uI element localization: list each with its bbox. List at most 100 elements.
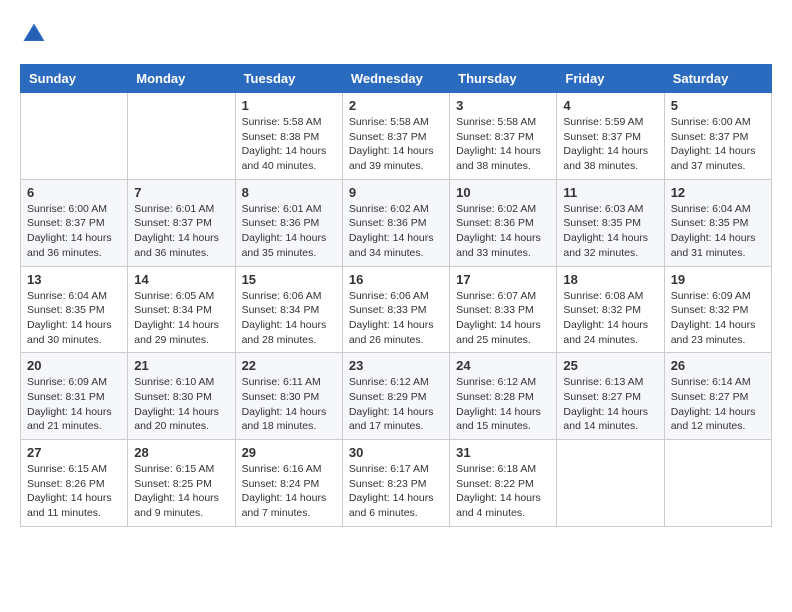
calendar-cell: 6 Sunrise: 6:00 AM Sunset: 8:37 PM Daylig…	[21, 179, 128, 266]
day-info: Sunrise: 6:03 AM Sunset: 8:35 PM Dayligh…	[563, 202, 657, 261]
day-number: 7	[134, 185, 228, 200]
calendar-cell: 26 Sunrise: 6:14 AM Sunset: 8:27 PM Dayli…	[664, 353, 771, 440]
day-number: 6	[27, 185, 121, 200]
day-number: 18	[563, 272, 657, 287]
day-info: Sunrise: 6:12 AM Sunset: 8:28 PM Dayligh…	[456, 375, 550, 434]
calendar-cell: 22 Sunrise: 6:11 AM Sunset: 8:30 PM Dayli…	[235, 353, 342, 440]
day-info: Sunrise: 6:11 AM Sunset: 8:30 PM Dayligh…	[242, 375, 336, 434]
weekday-header: Friday	[557, 65, 664, 93]
day-info: Sunrise: 6:06 AM Sunset: 8:33 PM Dayligh…	[349, 289, 443, 348]
day-info: Sunrise: 6:04 AM Sunset: 8:35 PM Dayligh…	[27, 289, 121, 348]
weekday-header: Saturday	[664, 65, 771, 93]
day-info: Sunrise: 5:59 AM Sunset: 8:37 PM Dayligh…	[563, 115, 657, 174]
calendar-cell: 27 Sunrise: 6:15 AM Sunset: 8:26 PM Dayli…	[21, 440, 128, 527]
calendar-cell: 12 Sunrise: 6:04 AM Sunset: 8:35 PM Dayli…	[664, 179, 771, 266]
day-number: 31	[456, 445, 550, 460]
calendar-cell: 29Sunrise: 6:16 AM Sunset: 8:24 PM Dayli…	[235, 440, 342, 527]
calendar-week-row: 27 Sunrise: 6:15 AM Sunset: 8:26 PM Dayli…	[21, 440, 772, 527]
calendar-cell: 14 Sunrise: 6:05 AM Sunset: 8:34 PM Dayli…	[128, 266, 235, 353]
day-number: 13	[27, 272, 121, 287]
day-number: 26	[671, 358, 765, 373]
day-info: Sunrise: 6:17 AM Sunset: 8:23 PM Dayligh…	[349, 462, 443, 521]
calendar-cell	[128, 93, 235, 180]
day-info: Sunrise: 6:13 AM Sunset: 8:27 PM Dayligh…	[563, 375, 657, 434]
logo-icon	[20, 20, 48, 48]
calendar-cell: 13 Sunrise: 6:04 AM Sunset: 8:35 PM Dayli…	[21, 266, 128, 353]
weekday-header: Sunday	[21, 65, 128, 93]
calendar-week-row: 6 Sunrise: 6:00 AM Sunset: 8:37 PM Daylig…	[21, 179, 772, 266]
day-info: Sunrise: 6:06 AM Sunset: 8:34 PM Dayligh…	[242, 289, 336, 348]
day-info: Sunrise: 6:02 AM Sunset: 8:36 PM Dayligh…	[349, 202, 443, 261]
day-number: 5	[671, 98, 765, 113]
calendar-cell: 19Sunrise: 6:09 AM Sunset: 8:32 PM Dayli…	[664, 266, 771, 353]
weekday-header: Monday	[128, 65, 235, 93]
calendar-cell: 16 Sunrise: 6:06 AM Sunset: 8:33 PM Dayli…	[342, 266, 449, 353]
day-number: 9	[349, 185, 443, 200]
day-number: 11	[563, 185, 657, 200]
calendar-header-row: SundayMondayTuesdayWednesdayThursdayFrid…	[21, 65, 772, 93]
day-number: 29	[242, 445, 336, 460]
day-info: Sunrise: 6:08 AM Sunset: 8:32 PM Dayligh…	[563, 289, 657, 348]
calendar-cell: 30 Sunrise: 6:17 AM Sunset: 8:23 PM Dayli…	[342, 440, 449, 527]
day-number: 14	[134, 272, 228, 287]
calendar-cell: 1Sunrise: 5:58 AM Sunset: 8:38 PM Daylig…	[235, 93, 342, 180]
day-info: Sunrise: 6:18 AM Sunset: 8:22 PM Dayligh…	[456, 462, 550, 521]
calendar-cell: 3Sunrise: 5:58 AM Sunset: 8:37 PM Daylig…	[450, 93, 557, 180]
calendar-cell: 10 Sunrise: 6:02 AM Sunset: 8:36 PM Dayli…	[450, 179, 557, 266]
day-number: 19	[671, 272, 765, 287]
day-number: 27	[27, 445, 121, 460]
day-info: Sunrise: 6:05 AM Sunset: 8:34 PM Dayligh…	[134, 289, 228, 348]
weekday-header: Thursday	[450, 65, 557, 93]
calendar-cell: 7 Sunrise: 6:01 AM Sunset: 8:37 PM Daylig…	[128, 179, 235, 266]
day-number: 12	[671, 185, 765, 200]
calendar-cell: 25 Sunrise: 6:13 AM Sunset: 8:27 PM Dayli…	[557, 353, 664, 440]
day-info: Sunrise: 5:58 AM Sunset: 8:37 PM Dayligh…	[349, 115, 443, 174]
calendar-cell: 8 Sunrise: 6:01 AM Sunset: 8:36 PM Daylig…	[235, 179, 342, 266]
calendar-cell: 18 Sunrise: 6:08 AM Sunset: 8:32 PM Dayli…	[557, 266, 664, 353]
calendar-cell: 31 Sunrise: 6:18 AM Sunset: 8:22 PM Dayli…	[450, 440, 557, 527]
day-number: 30	[349, 445, 443, 460]
calendar-week-row: 1Sunrise: 5:58 AM Sunset: 8:38 PM Daylig…	[21, 93, 772, 180]
calendar-cell	[664, 440, 771, 527]
calendar-cell: 11 Sunrise: 6:03 AM Sunset: 8:35 PM Dayli…	[557, 179, 664, 266]
day-info: Sunrise: 5:58 AM Sunset: 8:37 PM Dayligh…	[456, 115, 550, 174]
calendar-table: SundayMondayTuesdayWednesdayThursdayFrid…	[20, 64, 772, 527]
page-header	[20, 20, 772, 48]
day-info: Sunrise: 6:01 AM Sunset: 8:36 PM Dayligh…	[242, 202, 336, 261]
calendar-cell: 21Sunrise: 6:10 AM Sunset: 8:30 PM Dayli…	[128, 353, 235, 440]
day-number: 10	[456, 185, 550, 200]
calendar-cell: 24 Sunrise: 6:12 AM Sunset: 8:28 PM Dayli…	[450, 353, 557, 440]
day-info: Sunrise: 6:09 AM Sunset: 8:31 PM Dayligh…	[27, 375, 121, 434]
day-number: 15	[242, 272, 336, 287]
day-info: Sunrise: 6:00 AM Sunset: 8:37 PM Dayligh…	[27, 202, 121, 261]
day-number: 1	[242, 98, 336, 113]
calendar-cell: 2Sunrise: 5:58 AM Sunset: 8:37 PM Daylig…	[342, 93, 449, 180]
calendar-cell: 9 Sunrise: 6:02 AM Sunset: 8:36 PM Daylig…	[342, 179, 449, 266]
calendar-cell: 23Sunrise: 6:12 AM Sunset: 8:29 PM Dayli…	[342, 353, 449, 440]
calendar-cell: 28Sunrise: 6:15 AM Sunset: 8:25 PM Dayli…	[128, 440, 235, 527]
day-number: 20	[27, 358, 121, 373]
calendar-week-row: 13 Sunrise: 6:04 AM Sunset: 8:35 PM Dayli…	[21, 266, 772, 353]
day-info: Sunrise: 6:07 AM Sunset: 8:33 PM Dayligh…	[456, 289, 550, 348]
calendar-cell: 17Sunrise: 6:07 AM Sunset: 8:33 PM Dayli…	[450, 266, 557, 353]
day-number: 24	[456, 358, 550, 373]
day-number: 4	[563, 98, 657, 113]
weekday-header: Wednesday	[342, 65, 449, 93]
day-info: Sunrise: 6:01 AM Sunset: 8:37 PM Dayligh…	[134, 202, 228, 261]
day-info: Sunrise: 6:15 AM Sunset: 8:25 PM Dayligh…	[134, 462, 228, 521]
day-number: 22	[242, 358, 336, 373]
day-number: 25	[563, 358, 657, 373]
day-info: Sunrise: 6:04 AM Sunset: 8:35 PM Dayligh…	[671, 202, 765, 261]
day-info: Sunrise: 6:00 AM Sunset: 8:37 PM Dayligh…	[671, 115, 765, 174]
day-number: 16	[349, 272, 443, 287]
day-info: Sunrise: 6:15 AM Sunset: 8:26 PM Dayligh…	[27, 462, 121, 521]
calendar-cell	[557, 440, 664, 527]
logo	[20, 20, 52, 48]
day-number: 8	[242, 185, 336, 200]
calendar-cell: 4 Sunrise: 5:59 AM Sunset: 8:37 PM Daylig…	[557, 93, 664, 180]
day-info: Sunrise: 6:02 AM Sunset: 8:36 PM Dayligh…	[456, 202, 550, 261]
calendar-cell	[21, 93, 128, 180]
day-info: Sunrise: 6:10 AM Sunset: 8:30 PM Dayligh…	[134, 375, 228, 434]
day-number: 23	[349, 358, 443, 373]
day-info: Sunrise: 6:14 AM Sunset: 8:27 PM Dayligh…	[671, 375, 765, 434]
